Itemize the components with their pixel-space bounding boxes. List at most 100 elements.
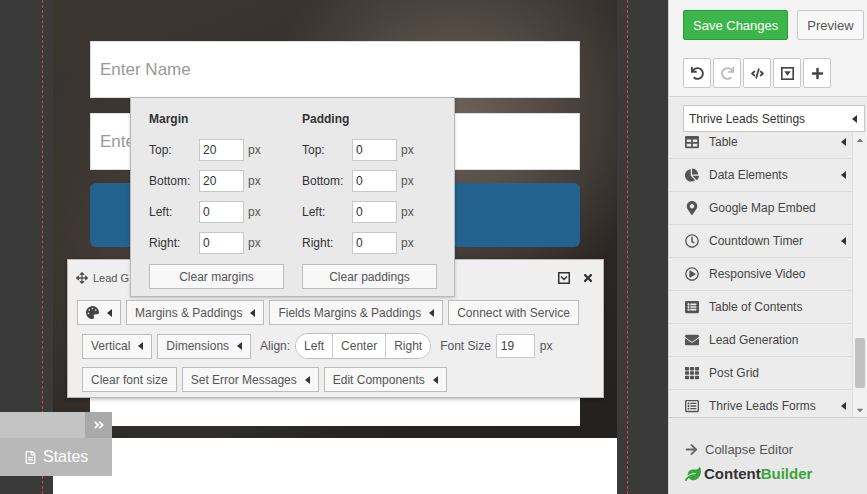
right-gutter <box>628 0 668 494</box>
list-icon <box>685 300 699 314</box>
spacing-input[interactable] <box>199 139 244 161</box>
pie-chart-icon <box>685 168 699 182</box>
leaf-icon <box>685 466 701 482</box>
element-list: TableData ElementsGoogle Map EmbedCountd… <box>669 132 867 417</box>
font-size-input[interactable] <box>496 334 535 358</box>
spacing-input[interactable] <box>352 170 397 192</box>
envelope-icon <box>685 333 699 347</box>
spacing-field: Top:px <box>302 139 437 161</box>
palette-icon <box>86 306 99 319</box>
collapse-editor[interactable]: Collapse Editor <box>685 442 867 457</box>
spacing-input[interactable] <box>352 201 397 223</box>
sidebar-header: Save Changes Preview <box>669 0 867 97</box>
expand-button[interactable] <box>85 412 112 438</box>
content-area <box>53 438 617 494</box>
spacing-input[interactable] <box>199 232 244 254</box>
add-button[interactable] <box>803 58 831 88</box>
toolbar-button[interactable]: Connect with Service <box>448 300 579 325</box>
toolbar-button[interactable]: Set Error Messages <box>182 367 319 392</box>
caret-icon <box>305 376 310 384</box>
caret-icon <box>250 309 255 317</box>
save-button[interactable]: Save Changes <box>683 10 788 40</box>
element-item[interactable]: Lead Generation <box>669 324 852 357</box>
arrow-right-icon <box>685 443 698 456</box>
font-size-label: Font Size <box>440 339 491 353</box>
grid-icon <box>685 366 699 380</box>
element-item[interactable]: Google Map Embed <box>669 192 852 225</box>
save-template-button[interactable] <box>773 58 801 88</box>
align-option[interactable]: Center <box>332 334 385 358</box>
map-marker-icon <box>685 201 699 215</box>
spacing-input[interactable] <box>352 139 397 161</box>
toolbar-button[interactable]: Fields Margins & Paddings <box>269 300 443 325</box>
align-option[interactable]: Left <box>296 334 332 358</box>
element-item[interactable]: Data Elements <box>669 159 852 192</box>
sidebar: Save Changes Preview Thrive Leads Settings… <box>668 0 867 494</box>
scroll-track <box>853 147 867 402</box>
spacing-field: Left:px <box>149 201 284 223</box>
toolbar-button[interactable]: Vertical <box>82 334 152 359</box>
logo: ContentBuilder <box>685 465 867 482</box>
spacing-field: Bottom:px <box>149 170 284 192</box>
spacing-field: Right:px <box>149 232 284 254</box>
spacing-field: Top:px <box>149 139 284 161</box>
form-field[interactable]: Enter Name <box>90 41 580 98</box>
caret-icon <box>429 309 434 317</box>
spacing-field: Left:px <box>302 201 437 223</box>
style-button[interactable] <box>77 300 121 325</box>
minimize-icon[interactable] <box>558 272 570 284</box>
spacing-input[interactable] <box>199 170 244 192</box>
toolbar-row: Margins & PaddingsFields Margins & Paddi… <box>77 300 595 325</box>
document-icon <box>24 451 37 464</box>
form-icon <box>685 399 699 413</box>
code-icon <box>751 67 764 80</box>
toolbar-button[interactable]: Dimensions <box>157 334 251 359</box>
clock-icon <box>685 234 699 248</box>
editor: Enter NameEnteSave ChangesPreviewThrive … <box>0 0 867 494</box>
states-panel: States <box>0 412 112 476</box>
element-item[interactable]: Table <box>669 132 852 159</box>
caret-icon <box>841 138 846 146</box>
scroll-thumb[interactable] <box>855 338 865 388</box>
code-button[interactable] <box>743 58 771 88</box>
states-tab[interactable]: States <box>0 438 112 476</box>
clear-button[interactable]: Clear paddings <box>302 264 437 289</box>
spacing-input[interactable] <box>199 201 244 223</box>
element-item[interactable]: Post Grid <box>669 357 852 390</box>
caret-icon <box>841 402 846 410</box>
move-icon[interactable] <box>76 272 88 284</box>
table-icon <box>685 135 699 149</box>
align-option[interactable]: Right <box>385 334 430 358</box>
play-icon <box>685 267 699 281</box>
unit-label: px <box>540 339 553 353</box>
align-label: Align: <box>260 339 290 353</box>
double-chevron-icon <box>93 419 105 431</box>
undo-icon <box>691 67 704 80</box>
caret-icon <box>841 171 846 179</box>
arrow-up-icon[interactable] <box>855 135 865 145</box>
toolbar-button[interactable]: Clear font size <box>82 367 177 392</box>
element-item[interactable]: Table of Contents <box>669 291 852 324</box>
undo-button[interactable] <box>683 58 711 88</box>
settings-dropdown[interactable]: Thrive Leads Settings <box>683 105 865 132</box>
preview-button[interactable]: Preview <box>797 10 863 40</box>
element-item[interactable]: Countdown Timer <box>669 225 852 258</box>
sidebar-footer: Collapse Editor ContentBuilder <box>669 417 867 494</box>
scrollbar[interactable] <box>852 132 867 417</box>
toolbar-button[interactable]: Edit Components <box>324 367 447 392</box>
spacing-input[interactable] <box>352 232 397 254</box>
close-icon[interactable] <box>582 272 594 284</box>
redo-button[interactable] <box>713 58 741 88</box>
caret-icon <box>841 237 846 245</box>
element-item[interactable]: Thrive Leads Forms <box>669 390 852 417</box>
align-group: LeftCenterRight <box>295 333 431 359</box>
clear-button[interactable]: Clear margins <box>149 264 284 289</box>
spacing-group: PaddingTop:pxBottom:pxLeft:pxRight:pxCle… <box>302 112 437 296</box>
toolbar-button[interactable]: Margins & Paddings <box>126 300 264 325</box>
save-template-icon <box>781 67 794 80</box>
arrow-down-icon[interactable] <box>855 405 865 415</box>
spacing-field: Bottom:px <box>302 170 437 192</box>
redo-icon <box>721 67 734 80</box>
caret-icon <box>433 376 438 384</box>
element-item[interactable]: Responsive Video <box>669 258 852 291</box>
